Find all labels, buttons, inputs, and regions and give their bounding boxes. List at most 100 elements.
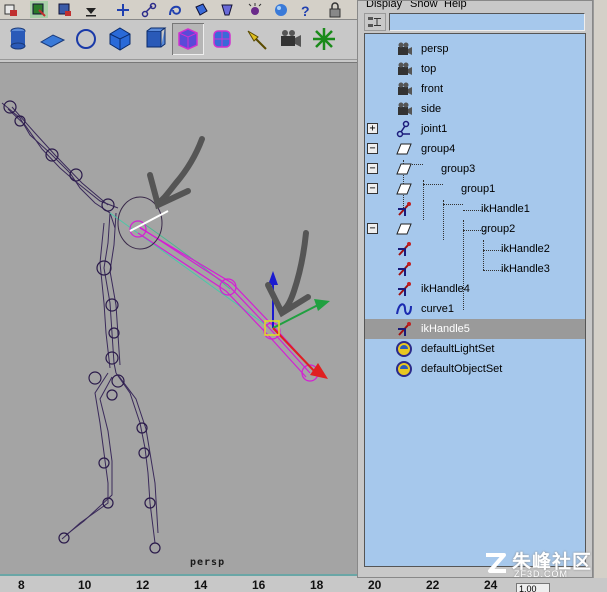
outliner-item-ikhandle5[interactable]: ikHandle5 xyxy=(365,319,585,339)
collapse-toggle[interactable]: − xyxy=(367,223,378,234)
outliner-item-persp[interactable]: persp xyxy=(365,39,585,59)
outliner-item-front[interactable]: front xyxy=(365,79,585,99)
time-tick: 22 xyxy=(426,578,440,592)
cylinder-icon[interactable] xyxy=(2,23,34,55)
collapse-toggle[interactable]: − xyxy=(367,163,378,174)
ik-handle-icon xyxy=(395,320,413,338)
outliner-list[interactable]: persp top front side + joint1 − group4 −… xyxy=(364,33,586,567)
outliner-item-label: defaultObjectSet xyxy=(421,363,503,375)
select-by-component-icon[interactable] xyxy=(56,1,74,18)
outliner-menubar: Display Show Help xyxy=(358,1,594,10)
watermark: 朱峰社区 ZF3D.COM xyxy=(478,547,607,587)
outliner-item-label: persp xyxy=(421,43,449,55)
time-tick: 8 xyxy=(18,578,25,592)
outliner-item-label: group3 xyxy=(441,163,476,175)
group-icon xyxy=(395,160,413,178)
time-tick: 20 xyxy=(368,578,382,592)
svg-text:?: ? xyxy=(301,3,310,18)
menu-show[interactable]: Show xyxy=(410,1,438,10)
filter-icon xyxy=(368,17,381,27)
group-icon xyxy=(395,220,413,238)
subdiv-cube-icon[interactable] xyxy=(206,23,238,55)
outliner-item-label: ikHandle1 xyxy=(481,203,530,215)
ik-handle-icon xyxy=(395,200,413,218)
outliner-item-ikhandle2[interactable]: ikHandle2 xyxy=(365,239,585,259)
camera-icon xyxy=(395,80,413,98)
camera-icon xyxy=(395,40,413,58)
outliner-item-label: defaultLightSet xyxy=(421,343,495,355)
polygon-cylinder-icon[interactable] xyxy=(138,23,170,55)
outliner-item-label: joint1 xyxy=(421,123,448,135)
outliner-item-top[interactable]: top xyxy=(365,59,585,79)
menu-help[interactable]: Help xyxy=(444,1,467,10)
maya-window: ? persp 8 10 12 14 16 18 20 22 24 Displa… xyxy=(0,0,607,592)
outliner-item-label: group2 xyxy=(481,223,516,235)
outliner-item-label: group1 xyxy=(461,183,496,195)
collapse-toggle[interactable]: − xyxy=(367,183,378,194)
time-tick: 18 xyxy=(310,578,324,592)
select-handles-icon[interactable] xyxy=(114,1,132,18)
skeleton-scene xyxy=(1,100,330,554)
polygon-sphere-icon[interactable] xyxy=(104,23,136,55)
outliner-item-label: group4 xyxy=(421,143,456,155)
outliner-item-label: ikHandle2 xyxy=(501,243,550,255)
collapse-toggle[interactable]: − xyxy=(367,143,378,154)
outliner-item-curve1[interactable]: curve1 xyxy=(365,299,585,319)
outliner-item-side[interactable]: side xyxy=(365,99,585,119)
set-icon xyxy=(395,360,413,378)
perspective-viewport[interactable]: persp xyxy=(0,62,360,574)
outliner-filter-input[interactable] xyxy=(389,13,585,31)
time-tick: 12 xyxy=(136,578,150,592)
select-surfaces-icon[interactable] xyxy=(192,1,210,18)
outliner-item-ikhandle3[interactable]: ikHandle3 xyxy=(365,259,585,279)
outliner-item-group2[interactable]: − group2 xyxy=(365,219,585,239)
outliner-item-joint1[interactable]: + joint1 xyxy=(365,119,585,139)
annotation-arrow-1 xyxy=(147,136,205,210)
group-icon xyxy=(395,180,413,198)
select-joints-icon[interactable] xyxy=(140,1,158,18)
right-side-panel-edge xyxy=(593,0,607,578)
watermark-url: ZF3D.COM xyxy=(514,569,568,579)
set-icon xyxy=(395,340,413,358)
lock-selection-icon[interactable] xyxy=(326,1,344,18)
outliner-item-ikhandle1[interactable]: ikHandle1 xyxy=(365,199,585,219)
ik-handle-icon xyxy=(395,260,413,278)
plane-icon[interactable] xyxy=(36,23,68,55)
camera-icon xyxy=(395,60,413,78)
locator-icon[interactable] xyxy=(308,23,340,55)
menu-display[interactable]: Display xyxy=(366,1,402,10)
curve-icon xyxy=(395,300,413,318)
select-rendering-icon[interactable] xyxy=(272,1,290,18)
select-by-object-icon[interactable] xyxy=(30,1,48,18)
mask-dropdown-icon[interactable] xyxy=(82,1,100,18)
outliner-toolbar xyxy=(358,11,594,33)
circle-icon[interactable] xyxy=(70,23,102,55)
group-icon xyxy=(395,140,413,158)
ik-handle-icon xyxy=(395,280,413,298)
annotation-arrow-2 xyxy=(265,230,311,318)
select-curves-icon[interactable] xyxy=(166,1,184,18)
camera-tool-icon[interactable] xyxy=(274,23,306,55)
select-by-hierarchy-icon[interactable] xyxy=(2,1,20,18)
camera-name-label: persp xyxy=(190,557,226,568)
outliner-item-label: top xyxy=(421,63,437,75)
outliner-item-group3[interactable]: − group3 xyxy=(365,159,585,179)
filter-options-button[interactable] xyxy=(364,13,386,31)
shelf xyxy=(0,20,360,60)
outliner-item-group1[interactable]: − group1 xyxy=(365,179,585,199)
outliner-item-label: ikHandle4 xyxy=(421,283,470,295)
outliner-item-ikhandle4[interactable]: ikHandle4 xyxy=(365,279,585,299)
select-dynamics-icon[interactable] xyxy=(246,1,264,18)
polygon-cube-selected-icon[interactable] xyxy=(172,23,204,55)
spotlight-icon[interactable] xyxy=(240,23,272,55)
outliner-item-defaultobjectset[interactable]: defaultObjectSet xyxy=(365,359,585,379)
expand-toggle[interactable]: + xyxy=(367,123,378,134)
help-icon[interactable]: ? xyxy=(296,1,314,18)
select-deformations-icon[interactable] xyxy=(218,1,236,18)
outliner-item-defaultlightset[interactable]: defaultLightSet xyxy=(365,339,585,359)
outliner-item-group4[interactable]: − group4 xyxy=(365,139,585,159)
outliner-item-label: front xyxy=(421,83,444,95)
outliner-item-label: side xyxy=(421,103,442,115)
outliner-item-label: ikHandle5 xyxy=(421,323,470,335)
joint-icon xyxy=(395,120,413,138)
